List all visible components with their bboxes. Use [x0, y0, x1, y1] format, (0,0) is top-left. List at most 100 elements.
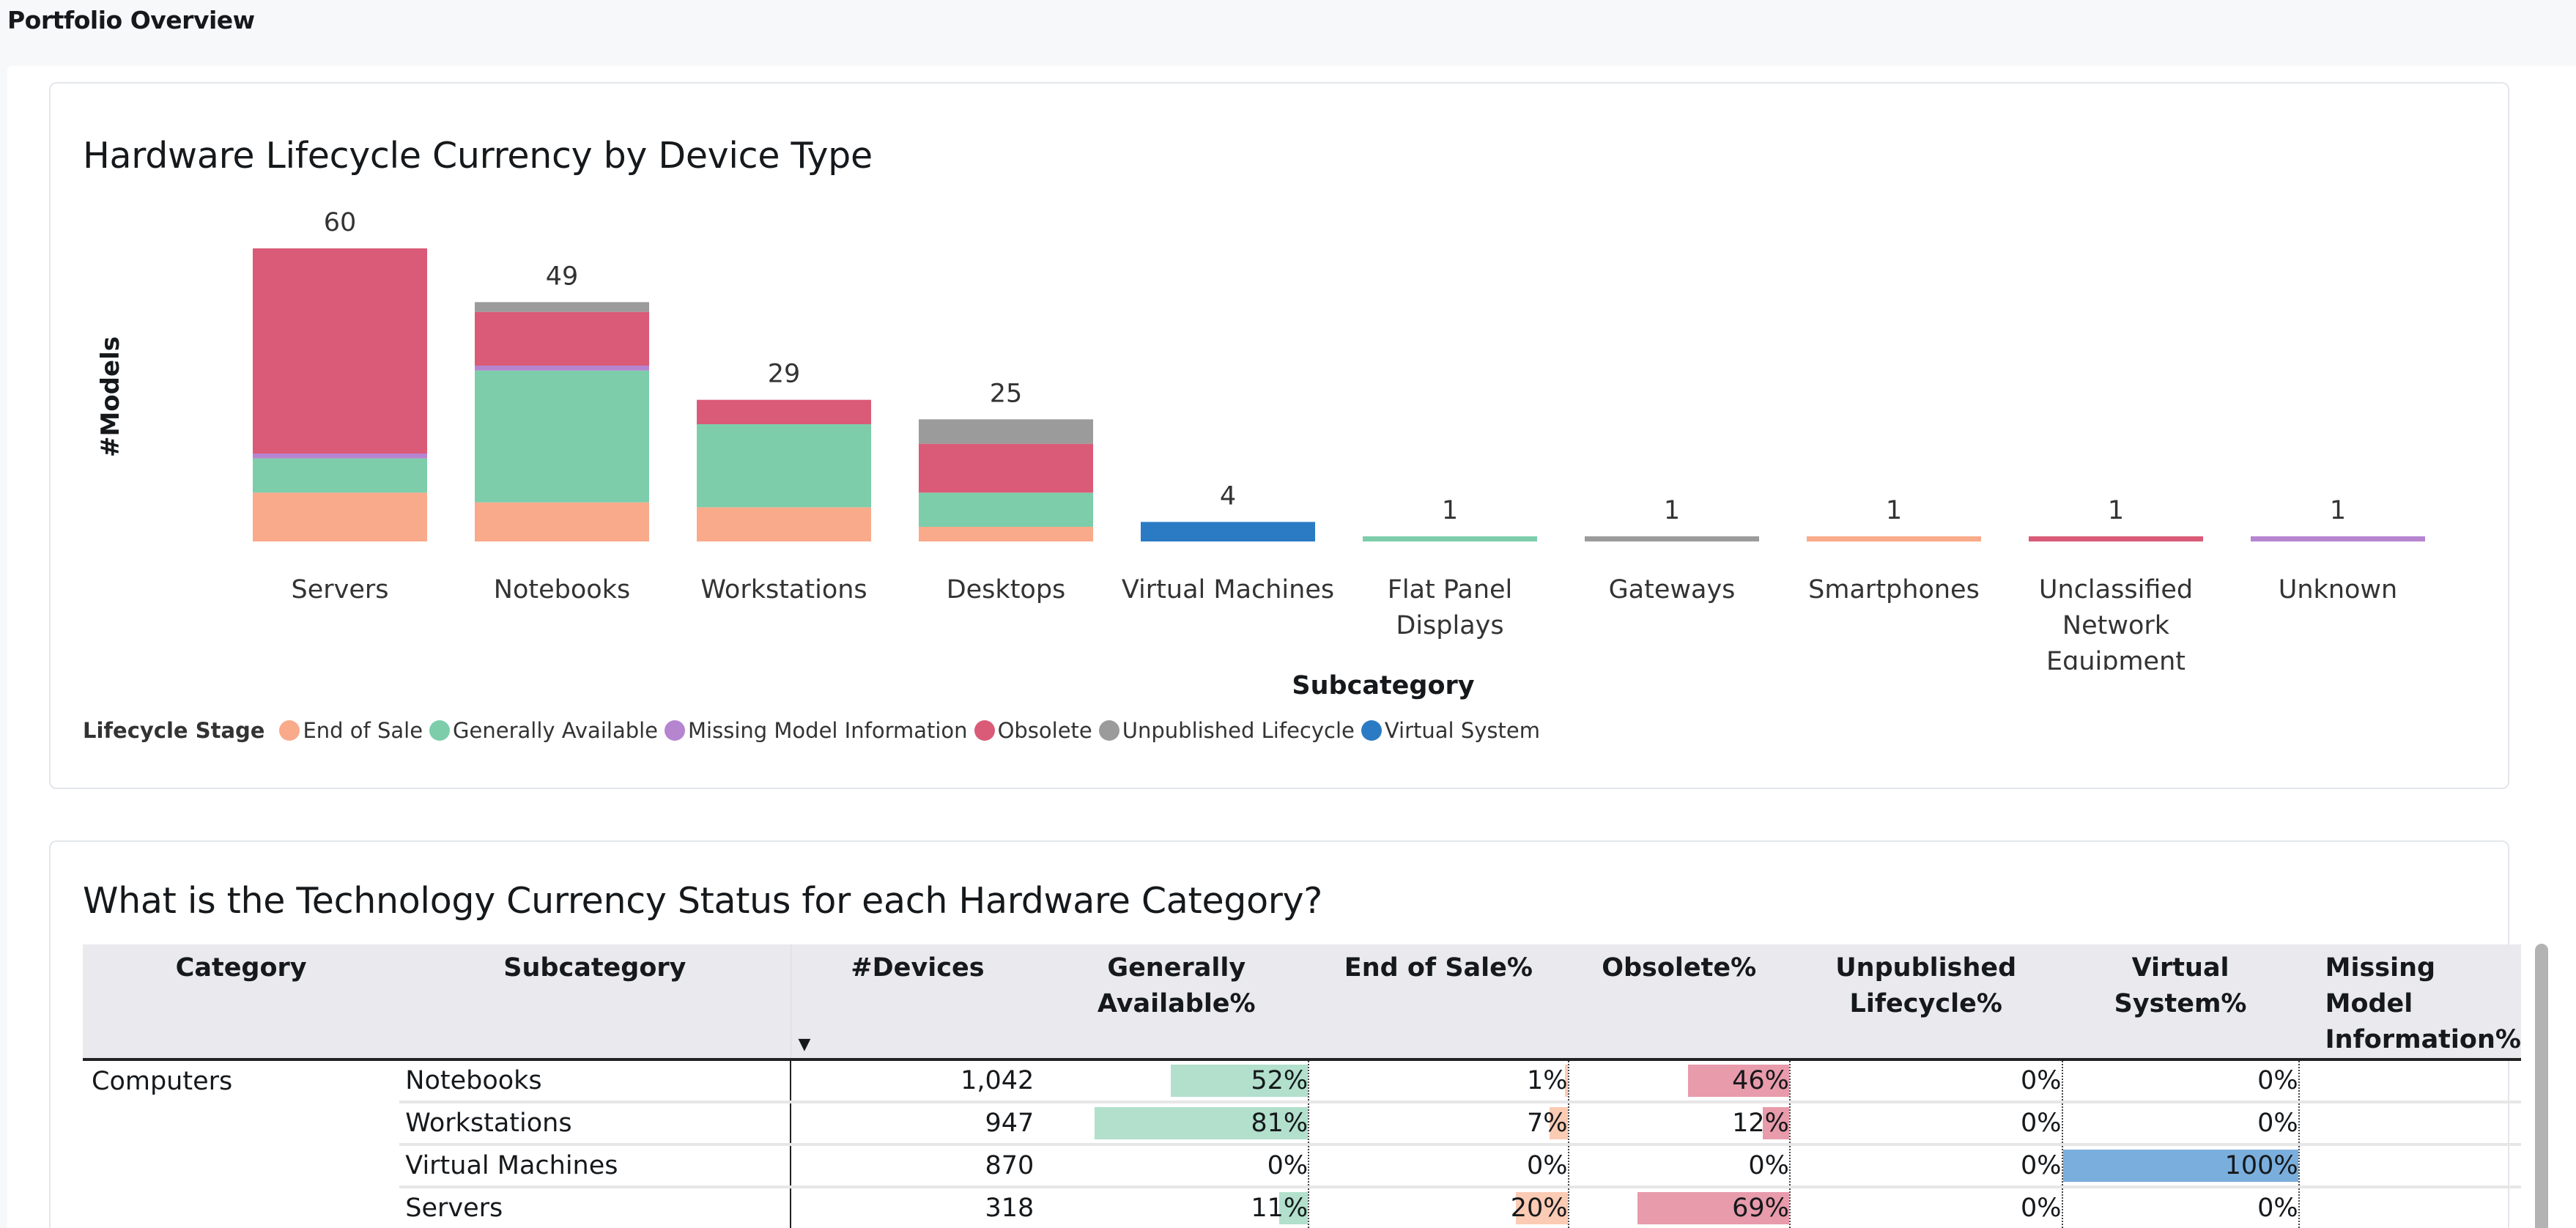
- column-header-obsolete-[interactable]: Obsolete%: [1569, 944, 1790, 1059]
- bar-segment-end-of-sale[interactable]: [697, 507, 871, 541]
- data-label: 4: [1220, 481, 1236, 511]
- column-header-end-of-sale-[interactable]: End of Sale%: [1309, 944, 1568, 1059]
- legend-item-obsolete[interactable]: Obsolete: [974, 718, 1092, 743]
- percent-value: 0%: [2021, 1151, 2062, 1180]
- data-label: 1: [2330, 496, 2346, 525]
- bar-unknown[interactable]: [2251, 536, 2425, 541]
- table-row[interactable]: Workstations94781%7%12%0%0%: [83, 1102, 2521, 1144]
- column-header-unpublished-lifecycle-[interactable]: Unpublished Lifecycle%: [1790, 944, 2062, 1059]
- bar-segment-obsolete[interactable]: [253, 248, 427, 454]
- legend-item-end-of-sale[interactable]: End of Sale: [279, 718, 423, 743]
- column-header-label: Virtual System%: [2114, 953, 2247, 1018]
- currency-table: CategorySubcategory #Devices ▼ Generally Av…: [83, 944, 2521, 1228]
- table-row[interactable]: Servers31811%20%69%0%0%: [83, 1187, 2521, 1228]
- table-row[interactable]: Virtual Machines8700%0%0%0%100%: [83, 1144, 2521, 1187]
- percent-value: 11%: [1251, 1194, 1308, 1223]
- missing-info-cell: [2299, 1059, 2521, 1102]
- x-tick-label: Virtual Machines: [1122, 575, 1334, 604]
- column-header-subcategory[interactable]: Subcategory: [399, 944, 791, 1059]
- bar-segment-generally-available[interactable]: [475, 371, 649, 503]
- x-tick-label: Desktops: [947, 575, 1066, 604]
- legend-item-missing-model-information[interactable]: Missing Model Information: [665, 718, 968, 743]
- x-tick-label: Unknown: [2279, 575, 2397, 604]
- percent-value: 20%: [1511, 1194, 1568, 1223]
- table-header-row: CategorySubcategory #Devices ▼ Generally Av…: [83, 944, 2521, 1059]
- percent-value: 0%: [2021, 1066, 2062, 1095]
- column-header-label: Generally Available%: [1098, 953, 1256, 1018]
- data-label: 60: [324, 208, 357, 237]
- percent-value: 0%: [1527, 1151, 1568, 1180]
- percent-value: 100%: [2225, 1151, 2298, 1180]
- x-tick-label: Network: [2062, 611, 2170, 640]
- devices-cell: 870: [791, 1144, 1044, 1187]
- bar-segment-virtual-system[interactable]: [1141, 522, 1315, 541]
- percent-value: 0%: [2257, 1109, 2298, 1138]
- bar-segment-generally-available[interactable]: [919, 492, 1093, 527]
- column-header-label: End of Sale%: [1344, 953, 1533, 983]
- percent-cell-virt: 0%: [2062, 1102, 2299, 1144]
- sort-descending-icon[interactable]: ▼: [799, 1034, 811, 1057]
- percent-value: 0%: [2257, 1194, 2298, 1223]
- legend-label: Generally Available: [453, 718, 658, 743]
- column-header-category[interactable]: Category: [83, 944, 399, 1059]
- bar-segment-obsolete[interactable]: [2029, 536, 2203, 541]
- column-header-virtual-system-[interactable]: Virtual System%: [2062, 944, 2299, 1059]
- category-cell: [83, 1144, 399, 1187]
- missing-info-cell: [2299, 1144, 2521, 1187]
- bar-segment-missing-model-information[interactable]: [253, 454, 427, 459]
- bar-segment-missing-model-information[interactable]: [475, 366, 649, 371]
- x-tick-label: Flat Panel: [1388, 575, 1513, 604]
- legend-item-unpublished-lifecycle[interactable]: Unpublished Lifecycle: [1099, 718, 1355, 743]
- bar-flat-panel-displays[interactable]: [1363, 536, 1537, 541]
- bar-gateways[interactable]: [1585, 536, 1759, 541]
- bar-segment-end-of-sale[interactable]: [1807, 536, 1981, 541]
- bar-desktops[interactable]: [919, 419, 1093, 541]
- bar-segment-missing-model-information[interactable]: [2251, 536, 2425, 541]
- bar-segment-generally-available[interactable]: [1363, 536, 1537, 541]
- x-axis-title: Subcategory: [51, 671, 2511, 700]
- bar-segment-end-of-sale[interactable]: [253, 492, 427, 541]
- column-header-label: #Devices: [851, 953, 984, 983]
- percent-value: 7%: [1527, 1109, 1568, 1138]
- table-row[interactable]: ComputersNotebooks1,04252%1%46%0%0%: [83, 1059, 2521, 1102]
- subcategory-cell: Notebooks: [399, 1059, 791, 1102]
- column-header-missing-model-information-[interactable]: Missing Model Information%: [2299, 944, 2521, 1059]
- percent-cell-virt: 0%: [2062, 1187, 2299, 1228]
- table-viewport: CategorySubcategory #Devices ▼ Generally Av…: [83, 944, 2521, 1228]
- bar-segment-unpublished-lifecycle[interactable]: [475, 302, 649, 311]
- legend-item-generally-available[interactable]: Generally Available: [429, 718, 658, 743]
- bar-unclassified-network-equipment[interactable]: [2029, 536, 2203, 541]
- bar-segment-obsolete[interactable]: [919, 444, 1093, 493]
- bar-segment-obsolete[interactable]: [697, 400, 871, 424]
- bar-notebooks[interactable]: [475, 302, 649, 541]
- bar-segment-unpublished-lifecycle[interactable]: [1585, 536, 1759, 541]
- bar-servers[interactable]: [253, 248, 427, 541]
- bar-smartphones[interactable]: [1807, 536, 1981, 541]
- percent-value: 0%: [2257, 1066, 2298, 1095]
- percent-cell-unpub: 0%: [1790, 1144, 2062, 1187]
- column-header-label: Missing Model Information%: [2325, 953, 2521, 1054]
- bar-segment-end-of-sale[interactable]: [475, 503, 649, 541]
- percent-value: 1%: [1527, 1066, 1568, 1095]
- chart-legend: Lifecycle Stage End of SaleGenerally Ava…: [83, 718, 1547, 743]
- table-vertical-scrollbar[interactable]: [2535, 944, 2548, 1228]
- table-body: ComputersNotebooks1,04252%1%46%0%0%Works…: [83, 1059, 2521, 1228]
- bar-segment-obsolete[interactable]: [475, 312, 649, 366]
- bar-segment-generally-available[interactable]: [253, 459, 427, 493]
- devices-cell: 1,042: [791, 1059, 1044, 1102]
- bar-segment-end-of-sale[interactable]: [919, 527, 1093, 541]
- legend-item-virtual-system[interactable]: Virtual System: [1361, 718, 1540, 743]
- data-label: 1: [2108, 496, 2124, 525]
- column-header--devices[interactable]: #Devices ▼: [791, 944, 1044, 1059]
- bar-workstations[interactable]: [697, 400, 871, 541]
- percent-value: 81%: [1251, 1109, 1308, 1138]
- bar-virtual-machines[interactable]: [1141, 522, 1315, 541]
- legend-dot-icon: [1361, 720, 1382, 741]
- table-title: What is the Technology Currency Status f…: [83, 880, 1322, 922]
- column-header-generally-available-[interactable]: Generally Available%: [1044, 944, 1309, 1059]
- percent-value: 46%: [1732, 1066, 1789, 1095]
- bar-segment-generally-available[interactable]: [697, 424, 871, 507]
- percent-cell-virt: 100%: [2062, 1144, 2299, 1187]
- bar-segment-unpublished-lifecycle[interactable]: [919, 419, 1093, 443]
- chart-card: Hardware Lifecycle Currency by Device Ty…: [49, 82, 2509, 789]
